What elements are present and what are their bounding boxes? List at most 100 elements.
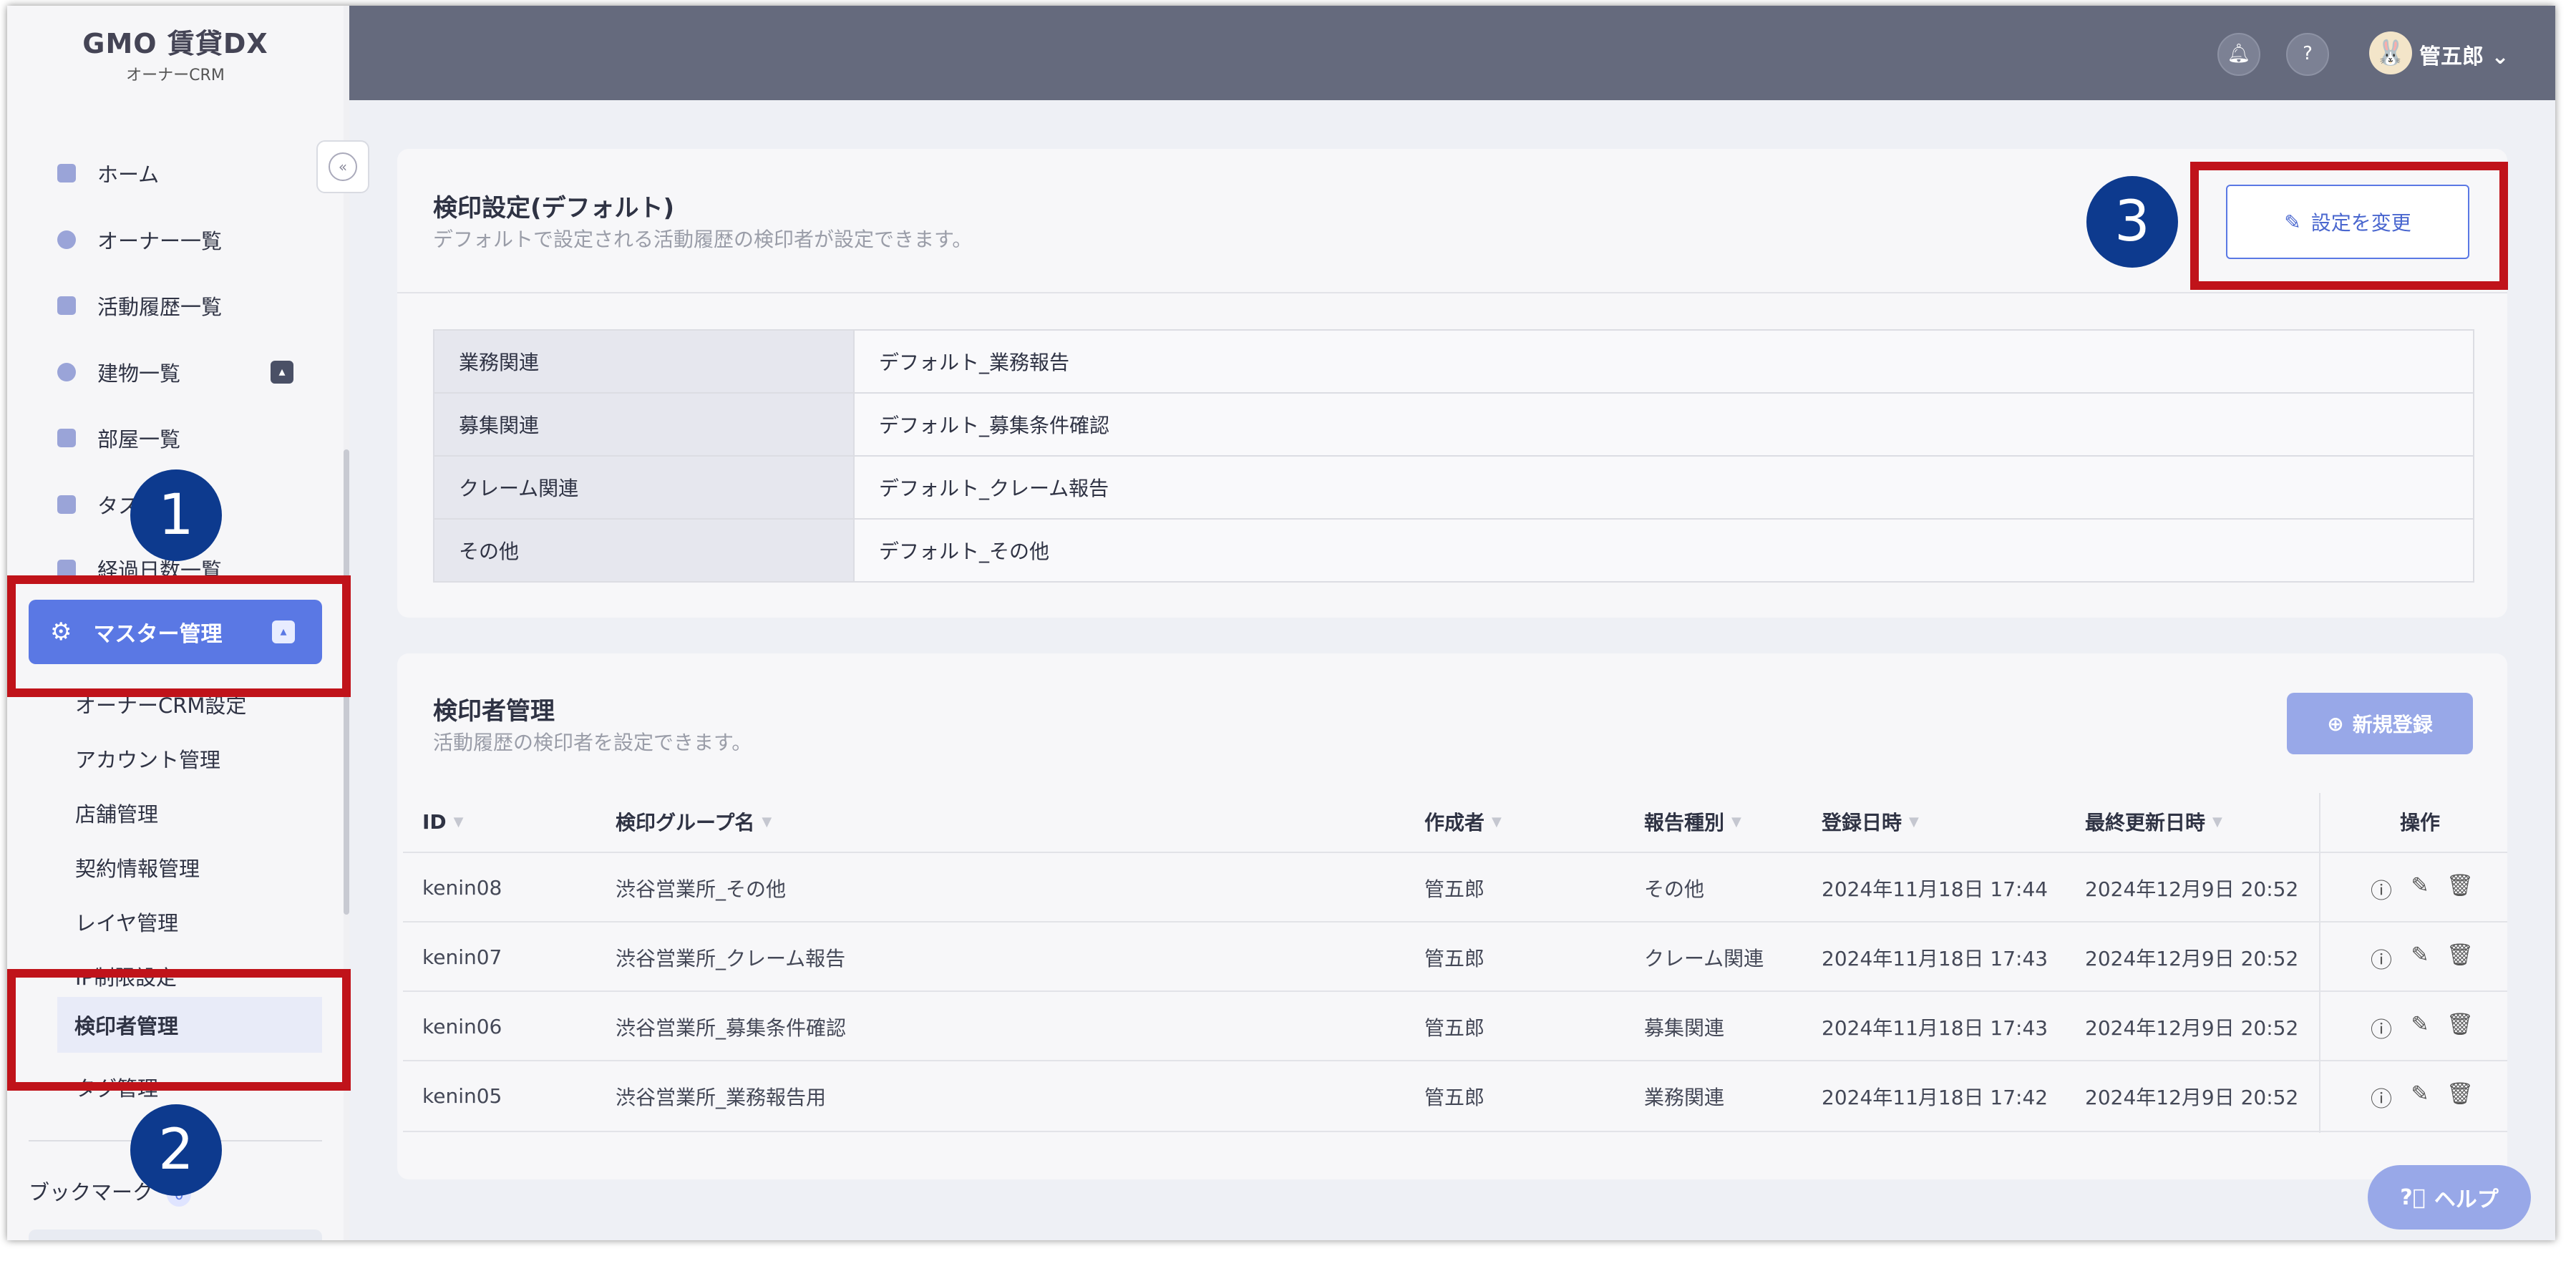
cell-created: 2024年11月18日 17:43 [1822,946,2048,970]
sort-icon: ▼ [1909,814,1919,829]
table-row[interactable]: kenin07 渋谷営業所_クレーム報告 管五郎 クレーム関連 2024年11月… [403,921,2507,992]
sidebar-item-label: ホーム [97,162,160,187]
setting-key: その他 [433,518,855,583]
default-settings-table: 業務関連 デフォルト_業務報告 募集関連 デフォルト_募集条件確認 クレーム関連… [433,329,2474,583]
app-window: GMO 賃貸DX オーナーCRM ホーム オーナー一覧 活動履歴一覧 建物一覧 … [7,6,2555,1240]
inspector-description: 活動履歴の検印者を設定できます。 [433,731,752,754]
table-row[interactable]: kenin08 渋谷営業所_その他 管五郎 その他 2024年11月18日 17… [403,852,2507,922]
row-actions: ⓘ ✎ 🗑︎ [2369,1012,2474,1043]
setting-value: デフォルト_クレーム報告 [853,455,2474,520]
cell-creator: 管五郎 [1424,1016,1485,1040]
sidebar-item-rooms[interactable]: 部屋一覧 [36,408,336,468]
trash-icon[interactable]: 🗑︎ [2446,1012,2474,1043]
edit-icon[interactable]: ✎ [2408,873,2432,905]
question-icon: ?⃝ [2400,1184,2426,1210]
column-label: 登録日時 [1822,811,1902,834]
column-header-created[interactable]: 登録日時 ▼ [1822,793,1919,850]
cell-id: kenin07 [422,945,502,969]
sidebar-item-buildings[interactable]: 建物一覧 ▴ [36,342,336,402]
edit-icon[interactable]: ✎ [2408,943,2432,974]
cell-type: その他 [1644,877,1705,901]
table-row: 業務関連 デフォルト_業務報告 [433,329,2474,394]
logo-subtitle: オーナーCRM [126,66,225,84]
chevron-up-icon[interactable]: ▴ [271,361,293,384]
cell-group: 渋谷営業所_クレーム報告 [616,946,846,970]
home-icon [57,164,76,182]
setting-value: デフォルト_業務報告 [853,329,2474,394]
cell-id: kenin08 [422,876,502,900]
column-header-type[interactable]: 報告種別 ▼ [1644,793,1741,850]
cell-updated: 2024年12月9日 20:52 [2085,1016,2299,1040]
new-register-label: 新規登録 [2352,713,2433,736]
table-row[interactable]: kenin05 渋谷営業所_業務報告用 管五郎 業務関連 2024年11月18日… [403,1060,2507,1132]
cell-creator: 管五郎 [1424,946,1485,970]
row-actions: ⓘ ✎ 🗑︎ [2369,873,2474,905]
building-icon [57,363,76,381]
bell-icon[interactable]: 🔔︎ [2217,33,2260,76]
column-header-group[interactable]: 検印グループ名 ▼ [616,793,772,850]
cell-id: kenin05 [422,1084,502,1108]
cell-type: 募集関連 [1644,1016,1725,1040]
cell-creator: 管五郎 [1424,1085,1485,1109]
cell-type: クレーム関連 [1644,946,1764,970]
info-icon[interactable]: ⓘ [2369,943,2393,974]
divider [397,292,2507,293]
sidebar-item-activity[interactable]: 活動履歴一覧 [36,276,336,336]
help-label: ヘルプ [2434,1187,2499,1212]
default-settings-description: デフォルトで設定される活動履歴の検印者が設定できます。 [433,228,973,251]
help-icon[interactable]: ? [2286,33,2329,76]
sidebar-item-home[interactable]: ホーム [36,143,336,203]
column-label: ID [422,809,447,834]
setting-value: デフォルト_その他 [853,518,2474,583]
column-header-updated[interactable]: 最終更新日時 ▼ [2085,793,2222,850]
edit-icon[interactable]: ✎ [2408,1012,2432,1043]
cell-updated: 2024年12月9日 20:52 [2085,1085,2299,1109]
cell-updated: 2024年12月9日 20:52 [2085,946,2299,970]
avatar[interactable]: 🐰 [2369,31,2412,74]
cell-created: 2024年11月18日 17:42 [1822,1085,2048,1109]
info-icon[interactable]: ⓘ [2369,873,2393,905]
table-row: 募集関連 デフォルト_募集条件確認 [433,392,2474,457]
app-logo[interactable]: GMO 賃貸DX オーナーCRM [7,6,344,100]
sort-icon: ▼ [1731,814,1741,829]
cell-updated: 2024年12月9日 20:52 [2085,877,2299,901]
username: 管五郎 [2419,44,2484,69]
sidebar-item-label: 建物一覧 [97,361,181,386]
new-register-button[interactable]: ⊕ 新規登録 [2287,693,2473,754]
info-icon[interactable]: ⓘ [2369,1081,2393,1113]
info-icon[interactable]: ⓘ [2369,1012,2393,1043]
sidebar-item-label: オーナー一覧 [97,229,223,253]
default-settings-title: 検印設定(デフォルト) [433,194,675,223]
trash-icon[interactable]: 🗑︎ [2446,1081,2474,1113]
setting-key: クレーム関連 [433,455,855,520]
trash-icon[interactable]: 🗑︎ [2446,873,2474,905]
subitem-accounts[interactable]: アカウント管理 [75,744,220,774]
annotation-number-1: 1 [130,469,222,561]
column-header-id[interactable]: ID ▼ [422,793,464,850]
door-icon [57,429,76,447]
setting-key: 募集関連 [433,392,855,457]
edit-icon[interactable]: ✎ [2408,1081,2432,1113]
subitem-stores[interactable]: 店舗管理 [75,798,158,828]
sidebar-item-label: 活動履歴一覧 [97,295,223,319]
subitem-contracts[interactable]: 契約情報管理 [75,852,200,882]
chevron-down-icon: ⌄ [2484,44,2509,69]
cell-id: kenin06 [422,1015,502,1038]
sort-icon: ▼ [453,814,464,829]
document-icon [57,296,76,315]
user-menu[interactable]: 管五郎 ⌄ [2419,39,2509,70]
collapse-sidebar-button[interactable]: « [316,140,369,193]
table-row[interactable]: kenin06 渋谷営業所_募集条件確認 管五郎 募集関連 2024年11月18… [403,990,2507,1061]
column-label: 操作 [2400,811,2441,834]
double-chevron-left-icon: « [329,152,357,181]
cell-creator: 管五郎 [1424,877,1485,901]
sidebar-item-owners[interactable]: オーナー一覧 [36,210,336,270]
annotation-box-change-button [2190,162,2508,290]
subitem-layers[interactable]: レイヤ管理 [75,907,178,937]
setting-value: デフォルト_募集条件確認 [853,392,2474,457]
bookmark-label: ブックマーク [29,1180,154,1204]
help-button[interactable]: ?⃝ ヘルプ [2368,1165,2531,1230]
row-actions: ⓘ ✎ 🗑︎ [2369,1081,2474,1113]
trash-icon[interactable]: 🗑︎ [2446,943,2474,974]
column-header-creator[interactable]: 作成者 ▼ [1424,793,1502,850]
